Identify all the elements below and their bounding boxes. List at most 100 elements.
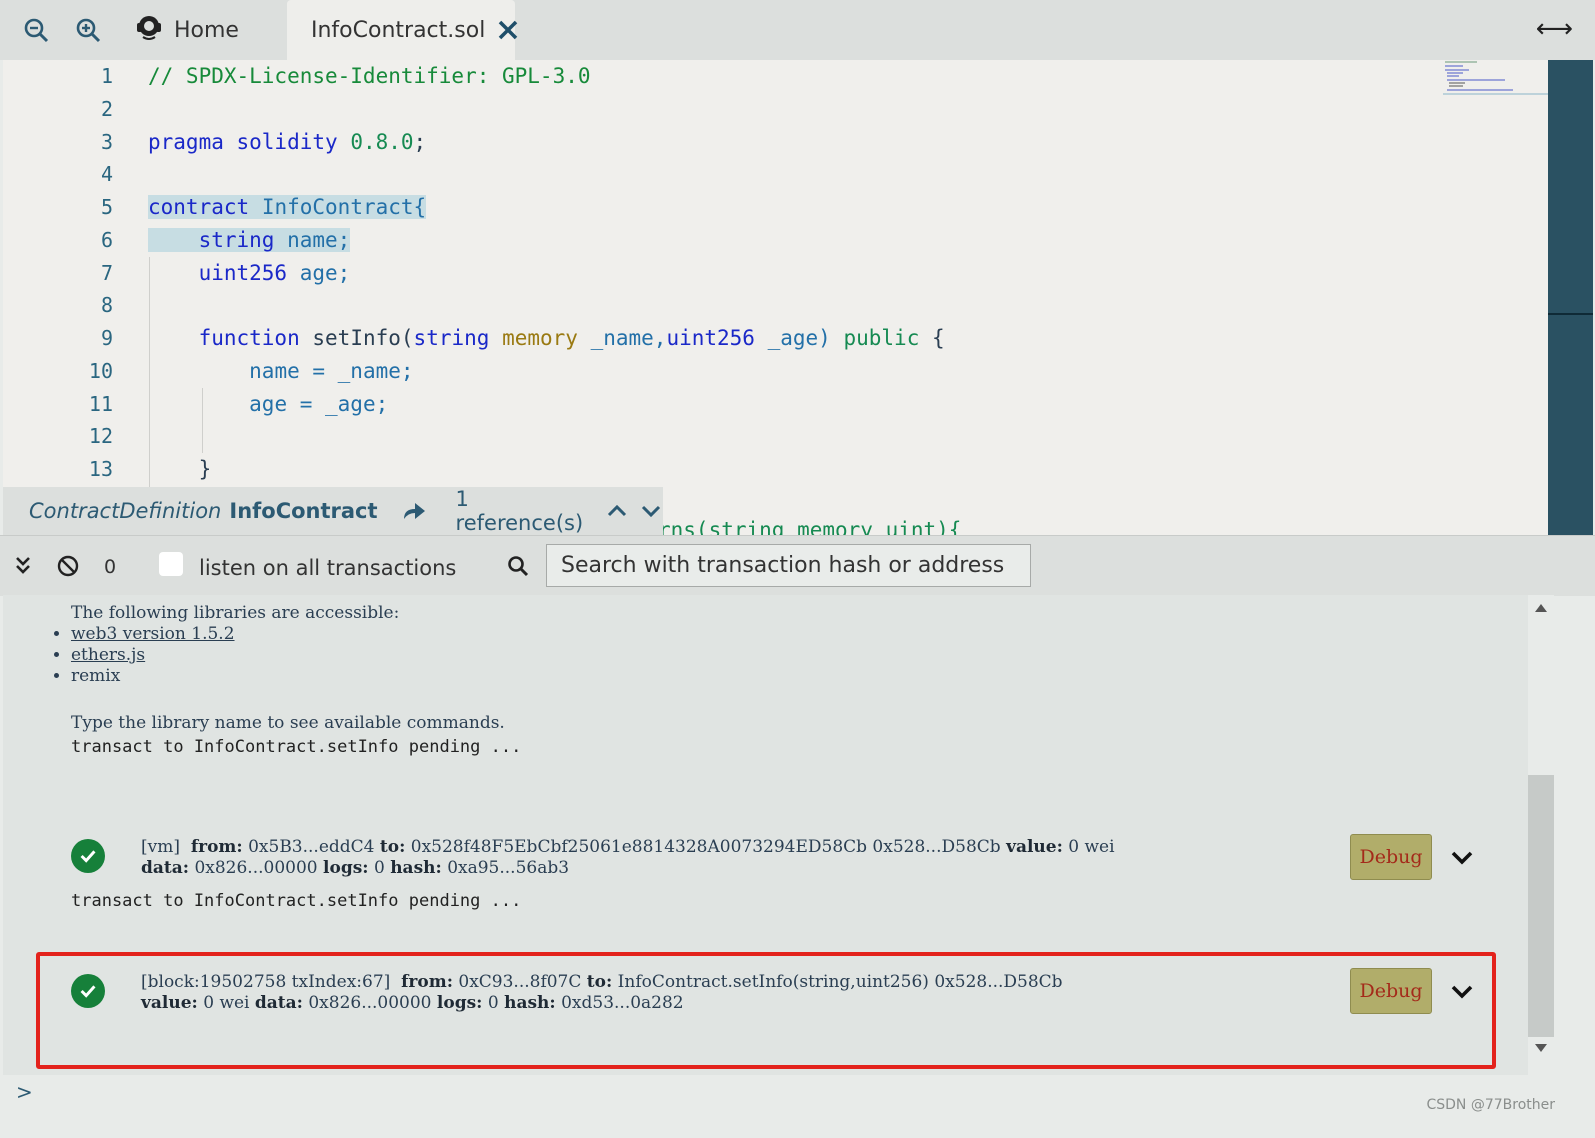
- chevron-up-icon[interactable]: [605, 499, 629, 523]
- minimap[interactable]: [1443, 60, 1553, 100]
- tx-label: value:: [1006, 837, 1063, 857]
- tab-home[interactable]: Home: [134, 0, 239, 60]
- expand-horizontal-icon[interactable]: ⟷: [1536, 14, 1573, 44]
- remix-logo-icon: [134, 12, 164, 48]
- library-remix: remix: [71, 666, 121, 686]
- tx-data: 0x826...00000: [308, 993, 432, 1013]
- code-function-name: setInfo(: [312, 326, 414, 350]
- zoom-out-icon[interactable]: [22, 16, 50, 44]
- line-number: 13: [88, 457, 113, 481]
- chevron-down-icon[interactable]: [639, 499, 663, 523]
- chevron-down-icon[interactable]: [1449, 979, 1475, 1005]
- pending-message: transact to InfoContract.setInfo pending…: [71, 891, 522, 911]
- tx-label: to:: [379, 837, 406, 857]
- tx-to: InfoContract.setInfo(string,uint256) 0x5…: [617, 972, 1063, 992]
- code-punct: }: [198, 457, 212, 481]
- code-identifier: age;: [299, 261, 351, 285]
- terminal-scrollbar[interactable]: [1528, 595, 1554, 1065]
- tx-label: data:: [141, 858, 190, 878]
- reference-name: InfoContract: [229, 499, 378, 523]
- code-contract-name: InfoContract{: [261, 195, 427, 219]
- listen-all-label: listen on all transactions: [199, 556, 457, 580]
- terminal-toolbar: 0 listen on all transactions: [0, 535, 1595, 596]
- zoom-in-icon[interactable]: [74, 16, 102, 44]
- tx-from: 0x5B3...eddC4: [248, 837, 375, 857]
- pending-message: transact to InfoContract.setInfo pending…: [71, 737, 522, 757]
- tx-log-block[interactable]: [block:19502758 txIndex:67] from: 0xC93.…: [141, 972, 1063, 1014]
- code-line-10: name = _name;: [148, 355, 414, 388]
- line-number: 11: [88, 392, 113, 416]
- collapse-terminal-icon[interactable]: [12, 554, 34, 580]
- tx-label: value:: [141, 993, 198, 1013]
- tx-log-line: [vm] from: 0x5B3...eddC4 to: 0x528f48F5E…: [141, 837, 1115, 858]
- editor-scrollbar[interactable]: [1548, 60, 1593, 542]
- tx-hash: 0xa95...56ab3: [447, 858, 570, 878]
- tx-label: from:: [190, 837, 243, 857]
- library-list: web3 version 1.5.2 ethers.js remix: [51, 624, 235, 687]
- tx-value: 0 wei: [1068, 837, 1115, 857]
- tab-bar: Home InfoContract.sol ⟷: [0, 0, 1595, 60]
- tx-logs: 0: [373, 858, 385, 878]
- search-input[interactable]: [546, 544, 1031, 587]
- terminal-prompt[interactable]: >: [16, 1080, 33, 1104]
- terminal-output[interactable]: The following libraries are accessible: …: [3, 595, 1528, 1075]
- listen-all-checkbox[interactable]: [159, 552, 183, 576]
- code-line-6: string name;: [148, 224, 351, 257]
- reference-widget: ContractDefinition InfoContract 1 refere…: [3, 487, 663, 535]
- search-icon: [506, 554, 530, 578]
- tx-to: 0x528f48F5EbCbf25061e8814328A0073294ED58…: [410, 837, 1001, 857]
- tab-infocontract[interactable]: InfoContract.sol: [287, 0, 518, 60]
- library-link-ethers[interactable]: ethers.js: [71, 645, 145, 665]
- clear-console-icon[interactable]: [56, 554, 80, 582]
- pending-tx-count: 0: [104, 556, 117, 578]
- reference-kind: ContractDefinition: [29, 499, 222, 523]
- tx-label: logs:: [436, 993, 483, 1013]
- line-number: 10: [88, 359, 113, 383]
- success-check-icon: [71, 974, 105, 1008]
- tx-label: logs:: [323, 858, 369, 878]
- tx-log-line: value: 0 wei data: 0x826...00000 logs: 0…: [141, 993, 1063, 1014]
- debug-button[interactable]: Debug: [1350, 834, 1432, 880]
- code-punct: {: [932, 326, 945, 350]
- scroll-down-icon[interactable]: [1534, 1043, 1548, 1053]
- code-statement: name = _name;: [249, 359, 414, 383]
- code-statement: age = _age;: [249, 392, 389, 416]
- tx-data: 0x826...00000: [194, 858, 318, 878]
- code-keyword: string: [413, 326, 490, 350]
- tab-infocontract-label: InfoContract.sol: [311, 17, 486, 43]
- line-number: 12: [88, 424, 113, 448]
- tx-hash: 0xd53...0a282: [561, 993, 684, 1013]
- list-item[interactable]: web3 version 1.5.2: [71, 624, 235, 645]
- reference-count: 1 reference(s): [455, 487, 584, 535]
- code-keyword: contract: [148, 195, 250, 219]
- line-number: 7: [100, 261, 113, 285]
- tx-value: 0 wei: [203, 993, 250, 1013]
- tx-label: hash:: [390, 858, 442, 878]
- chevron-down-icon[interactable]: [1449, 845, 1475, 871]
- code-keyword: function: [198, 326, 300, 350]
- debug-button[interactable]: Debug: [1350, 968, 1432, 1014]
- code-line-11: age = _age;: [148, 388, 388, 421]
- scroll-up-icon[interactable]: [1534, 603, 1548, 613]
- tx-label: hash:: [504, 993, 556, 1013]
- code-line-7: uint256 age;: [148, 257, 351, 290]
- close-icon[interactable]: [497, 19, 519, 41]
- line-number: 4: [100, 162, 113, 186]
- code-keyword: uint256: [666, 326, 755, 350]
- watermark: CSDN @77Brother: [1426, 1097, 1555, 1113]
- list-item[interactable]: ethers.js: [71, 645, 235, 666]
- library-link-web3[interactable]: web3 version 1.5.2: [71, 624, 235, 644]
- go-to-definition-icon[interactable]: [400, 497, 428, 525]
- scrollbar-thumb[interactable]: [1528, 775, 1554, 1037]
- code-line-1: // SPDX-License-Identifier: GPL-3.0: [148, 60, 591, 93]
- code-version: 0.8.0: [350, 130, 414, 154]
- tx-log-line: [block:19502758 txIndex:67] from: 0xC93.…: [141, 972, 1063, 993]
- code-punct: ;: [413, 130, 427, 154]
- code-line-9: function setInfo(string memory _name,uin…: [148, 322, 945, 355]
- code-keyword: memory: [502, 326, 578, 350]
- code-line-3: pragma solidity 0.8.0;: [148, 126, 426, 159]
- code-keyword: public: [843, 326, 920, 350]
- tx-log-vm[interactable]: [vm] from: 0x5B3...eddC4 to: 0x528f48F5E…: [141, 837, 1115, 879]
- code-line-5: contract InfoContract{: [148, 191, 427, 224]
- code-editor[interactable]: 1 2 3 4 5 6 7 8 9 10 11 12 13 // SPDX-Li…: [3, 60, 1593, 542]
